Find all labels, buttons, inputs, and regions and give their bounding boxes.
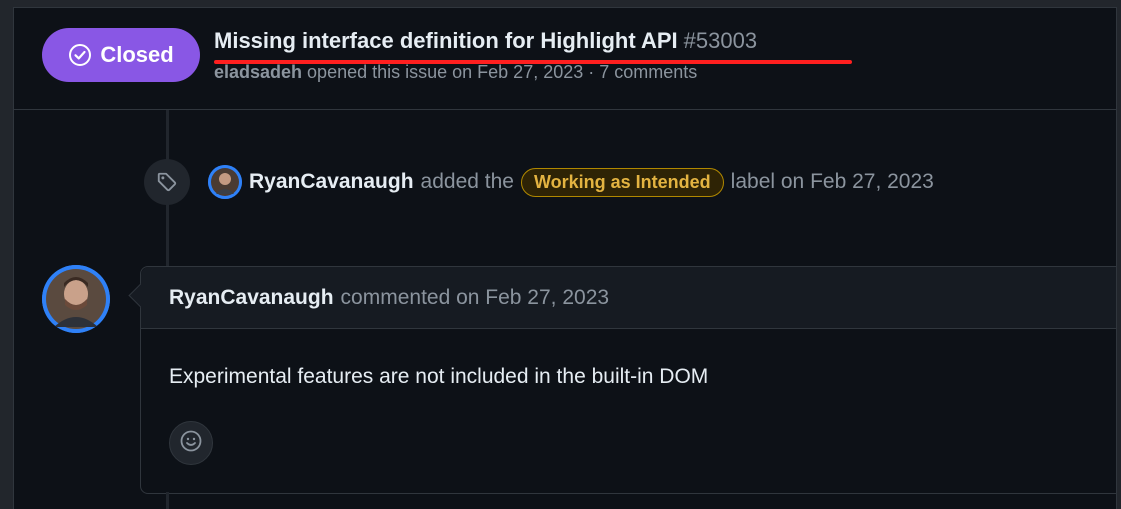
avatar[interactable] <box>208 165 242 199</box>
issue-opened-text: opened this issue on Feb 27, 2023 · 7 co… <box>302 62 698 82</box>
comment-timestamp[interactable]: commented on Feb 27, 2023 <box>341 286 610 310</box>
comment-body: Experimental features are not included i… <box>169 365 709 388</box>
label-event: RyanCavanaugh added the Working as Inten… <box>208 165 934 199</box>
comment-header: RyanCavanaugh commented on Feb 27, 2023 <box>141 267 1116 329</box>
issue-page: Closed Missing interface definition for … <box>13 7 1117 509</box>
add-reaction-button[interactable] <box>169 421 213 465</box>
comment-author-link[interactable]: RyanCavanaugh <box>169 286 334 310</box>
issue-author-link[interactable]: eladsadeh <box>214 62 302 82</box>
avatar[interactable] <box>42 265 110 333</box>
comment-card: RyanCavanaugh commented on Feb 27, 2023 … <box>140 266 1116 494</box>
event-actor-link[interactable]: RyanCavanaugh <box>249 170 414 194</box>
smiley-icon <box>179 429 203 458</box>
issue-number: #53003 <box>683 28 758 53</box>
tag-icon <box>144 159 190 205</box>
timeline-line <box>166 492 169 509</box>
event-action-text: added the <box>420 170 514 193</box>
issue-header: Closed Missing interface definition for … <box>14 8 1116 110</box>
issue-title: Missing interface definition for Highlig… <box>214 28 757 54</box>
label-working-as-intended[interactable]: Working as Intended <box>520 167 724 197</box>
status-label: Closed <box>100 42 174 67</box>
issue-title-text: Missing interface definition for Highlig… <box>214 28 678 53</box>
check-circle-icon <box>68 43 92 67</box>
status-badge: Closed <box>42 28 200 82</box>
issue-meta: eladsadeh opened this issue on Feb 27, 2… <box>214 62 697 83</box>
event-suffix-text: label on Feb 27, 2023 <box>730 170 934 193</box>
